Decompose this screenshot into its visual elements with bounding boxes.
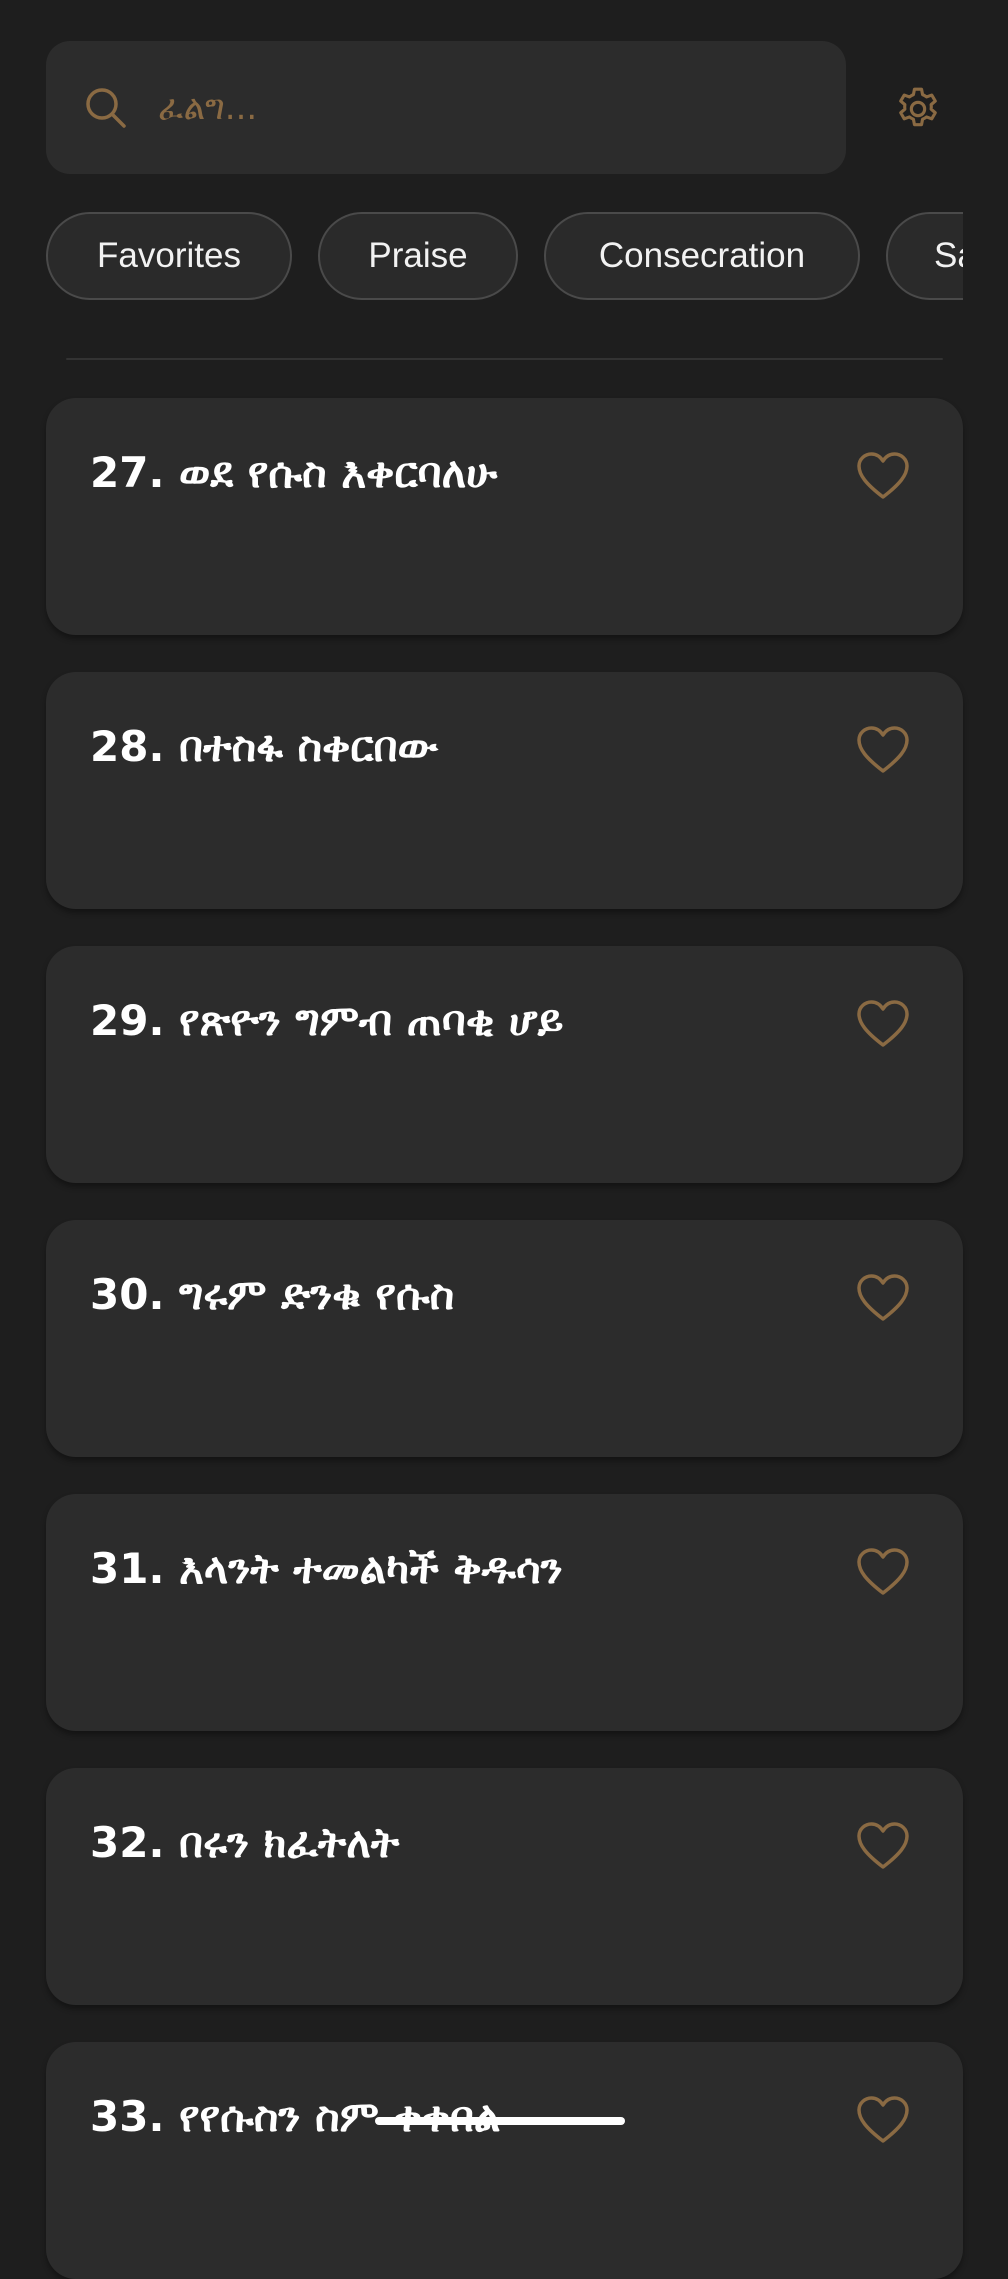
song-title: 32. በሩን ክፈትለት <box>90 1818 400 1867</box>
search-bar[interactable] <box>46 41 846 174</box>
heart-outline-icon[interactable] <box>856 1273 910 1323</box>
heart-outline-icon[interactable] <box>856 725 910 775</box>
chip-consecration[interactable]: Consecration <box>544 212 860 300</box>
song-title: 29. የጽዮን ግምብ ጠባቂ ሆይ <box>90 996 564 1045</box>
chip-praise[interactable]: Praise <box>318 212 518 300</box>
search-input[interactable] <box>158 41 818 174</box>
list-divider <box>66 358 943 360</box>
song-title: 28. በተስፋ ስቀርበው <box>90 722 438 771</box>
song-card[interactable]: 31. እላንት ተመልካች ቅዱሳን <box>46 1494 963 1731</box>
heart-outline-icon[interactable] <box>856 451 910 501</box>
heart-outline-icon[interactable] <box>856 1821 910 1871</box>
song-title: 30. ግሩም ድንቁ የሱስ <box>90 1270 455 1319</box>
song-card[interactable]: 30. ግሩም ድንቁ የሱስ <box>46 1220 963 1457</box>
song-card[interactable]: 27. ወደ የሱስ እቀርባለሁ <box>46 398 963 635</box>
song-card[interactable]: 32. በሩን ክፈትለት <box>46 1768 963 2005</box>
song-title: 27. ወደ የሱስ እቀርባለሁ <box>90 448 498 497</box>
song-card[interactable]: 29. የጽዮን ግምብ ጠባቂ ሆይ <box>46 946 963 1183</box>
chip-favorites[interactable]: Favorites <box>46 212 292 300</box>
heart-outline-icon[interactable] <box>856 1547 910 1597</box>
heart-outline-icon[interactable] <box>856 999 910 1049</box>
category-chips: Favorites Praise Consecration Sa <box>46 212 963 302</box>
gear-icon[interactable] <box>893 84 943 134</box>
song-card[interactable]: 33. የየሱስን ስም ቀቀበል <box>46 2042 963 2279</box>
song-title: 31. እላንት ተመልካች ቅዱሳን <box>90 1544 563 1593</box>
heart-outline-icon[interactable] <box>856 2095 910 2145</box>
song-card[interactable]: 28. በተስፋ ስቀርበው <box>46 672 963 909</box>
search-icon <box>86 88 126 128</box>
home-indicator[interactable] <box>375 2117 625 2125</box>
chip-sa[interactable]: Sa <box>886 212 963 300</box>
